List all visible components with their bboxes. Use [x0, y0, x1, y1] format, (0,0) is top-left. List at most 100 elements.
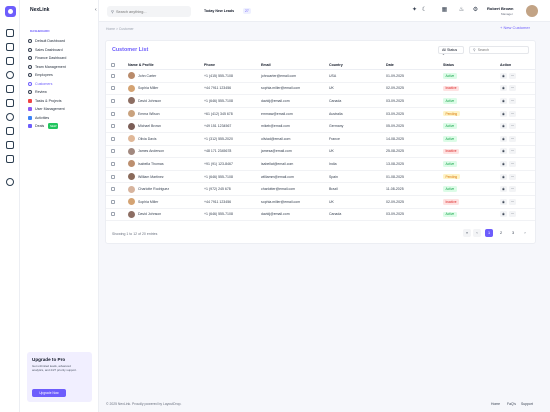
user-avatar[interactable]: [526, 5, 538, 17]
table-row[interactable]: Charlotte Rodriguez +1 (972) 245 678 charl…: [106, 183, 535, 196]
view-icon[interactable]: ◉: [500, 123, 507, 130]
col-phone[interactable]: Phone: [204, 61, 215, 69]
table-search[interactable]: ⚲: [469, 46, 529, 54]
table-row[interactable]: David Johnson +1 (646) 555-7108 davidj@ema…: [106, 95, 535, 108]
table-row[interactable]: Michael Brown +49 151 1234567 mikeb@email.…: [106, 120, 535, 133]
col-action[interactable]: Action: [500, 61, 511, 69]
global-search[interactable]: ⚲: [107, 6, 191, 17]
status-filter-dropdown[interactable]: All Status ⌄: [438, 46, 464, 56]
sidebar-item-team-management[interactable]: Team Management: [28, 63, 94, 71]
table-row[interactable]: Emma Wilson +61 (412) 345 678 emmaw@email.…: [106, 108, 535, 121]
sidebar-item-employees[interactable]: Employees: [28, 71, 94, 79]
row-checkbox[interactable]: [111, 209, 115, 221]
table-row[interactable]: Olivia Davis +1 (312) 555-2020 oliviad@ema…: [106, 133, 535, 146]
row-checkbox[interactable]: [111, 158, 115, 170]
row-checkbox[interactable]: [111, 196, 115, 208]
sparkle-icon[interactable]: ✦: [411, 7, 418, 14]
settings-icon[interactable]: ⚙: [472, 7, 479, 14]
more-options-icon[interactable]: ⋯: [509, 110, 516, 117]
row-checkbox[interactable]: [111, 95, 115, 107]
col-country[interactable]: Country: [329, 61, 343, 69]
sidebar-item-review[interactable]: Review: [28, 88, 94, 96]
more-options-icon[interactable]: ⋯: [509, 97, 516, 104]
sidebar-item-finance-dashboard[interactable]: Finance Dashboard: [28, 54, 94, 62]
calendar-icon[interactable]: [6, 141, 14, 149]
sidebar-item-activities[interactable]: Activities: [28, 114, 94, 122]
sidebar-item-tasks-projects[interactable]: Tasks & Projects: [28, 97, 94, 105]
view-icon[interactable]: ◉: [500, 160, 507, 167]
home-icon[interactable]: [6, 29, 14, 37]
table-row[interactable]: Isabella Thomas +91 (91) 123-8467 isabella…: [106, 158, 535, 171]
bar-chart-icon[interactable]: [6, 155, 14, 163]
footer-link-support[interactable]: Support: [521, 402, 533, 406]
target-icon[interactable]: [6, 71, 14, 79]
row-checkbox[interactable]: [111, 183, 115, 195]
table-row[interactable]: Sophia Miller +44 7911 123456 sophia.mille…: [106, 196, 535, 209]
col-email[interactable]: Email: [261, 61, 271, 69]
view-icon[interactable]: ◉: [500, 72, 507, 79]
app-logo-icon[interactable]: [5, 6, 16, 17]
breadcrumb[interactable]: Home > Customer: [106, 27, 134, 31]
row-checkbox[interactable]: [111, 70, 115, 82]
user-name[interactable]: Robert Brown: [487, 6, 513, 11]
mail-icon[interactable]: [6, 85, 14, 93]
more-options-icon[interactable]: ⋯: [509, 173, 516, 180]
view-icon[interactable]: ◉: [500, 173, 507, 180]
sidebar-item-default-dashboard[interactable]: Default Dashboard: [28, 37, 94, 45]
col-name[interactable]: Name & Profile: [128, 61, 154, 69]
search-input[interactable]: [115, 9, 186, 14]
upgrade-now-button[interactable]: Upgrade Now: [32, 389, 66, 397]
prev-button[interactable]: ‹: [473, 229, 481, 237]
new-customer-button[interactable]: + New Customer: [500, 25, 530, 30]
sidebar-item-sales-dashboard[interactable]: Sales Dashboard: [28, 46, 94, 54]
page-2[interactable]: 2: [497, 229, 505, 237]
settings-icon[interactable]: [6, 113, 14, 121]
view-icon[interactable]: ◉: [500, 198, 507, 205]
users-icon[interactable]: [6, 57, 14, 65]
row-checkbox[interactable]: [111, 120, 115, 132]
more-options-icon[interactable]: ⋯: [509, 85, 516, 92]
more-options-icon[interactable]: ⋯: [509, 211, 516, 218]
row-checkbox[interactable]: [111, 108, 115, 120]
view-icon[interactable]: ◉: [500, 148, 507, 155]
footer-link-faq[interactable]: FaQ's: [507, 402, 516, 406]
more-options-icon[interactable]: ⋯: [509, 186, 516, 193]
grid-apps-icon[interactable]: ▦: [441, 7, 448, 14]
view-icon[interactable]: ◉: [500, 135, 507, 142]
more-options-icon[interactable]: ⋯: [509, 123, 516, 130]
table-search-input[interactable]: [477, 48, 528, 52]
collapse-sidebar-icon[interactable]: ‹: [95, 7, 97, 13]
col-date[interactable]: Date: [386, 61, 394, 69]
chart-icon[interactable]: [6, 99, 14, 107]
bell-icon[interactable]: ♨: [458, 7, 465, 14]
row-checkbox[interactable]: [111, 133, 115, 145]
moon-icon[interactable]: ☾: [421, 7, 428, 14]
grid-icon[interactable]: [6, 43, 14, 51]
page-1[interactable]: 1: [485, 229, 493, 237]
row-checkbox[interactable]: [111, 83, 115, 95]
more-options-icon[interactable]: ⋯: [509, 160, 516, 167]
plus-icon[interactable]: [6, 178, 14, 186]
table-row[interactable]: Sophia Miller +44 7911 123456 sophia.mille…: [106, 83, 535, 96]
col-status[interactable]: Status: [443, 61, 454, 69]
more-options-icon[interactable]: ⋯: [509, 72, 516, 79]
select-all-checkbox[interactable]: [111, 61, 115, 69]
next-button[interactable]: ›: [521, 229, 529, 237]
view-icon[interactable]: ◉: [500, 97, 507, 104]
more-options-icon[interactable]: ⋯: [509, 148, 516, 155]
more-options-icon[interactable]: ⋯: [509, 198, 516, 205]
table-row[interactable]: William Martinez +1 (646) 555-7108 william…: [106, 171, 535, 184]
view-icon[interactable]: ◉: [500, 85, 507, 92]
more-options-icon[interactable]: ⋯: [509, 135, 516, 142]
view-icon[interactable]: ◉: [500, 110, 507, 117]
sidebar-item-user-management[interactable]: User Management: [28, 105, 94, 113]
page-3[interactable]: 3: [509, 229, 517, 237]
sidebar-item-deals[interactable]: Deals NEW: [28, 122, 94, 130]
table-row[interactable]: James Anderson +48 171 2345678 jamesa@emai…: [106, 146, 535, 159]
row-checkbox[interactable]: [111, 146, 115, 158]
table-row[interactable]: David Johnson +1 (646) 555-7108 davidj@ema…: [106, 209, 535, 222]
view-icon[interactable]: ◉: [500, 186, 507, 193]
sidebar-item-customers[interactable]: Customers: [28, 80, 94, 88]
table-row[interactable]: John Carter +1 (415) 555-7108 johncarter@e…: [106, 70, 535, 83]
prev-page-button[interactable]: «: [463, 229, 471, 237]
